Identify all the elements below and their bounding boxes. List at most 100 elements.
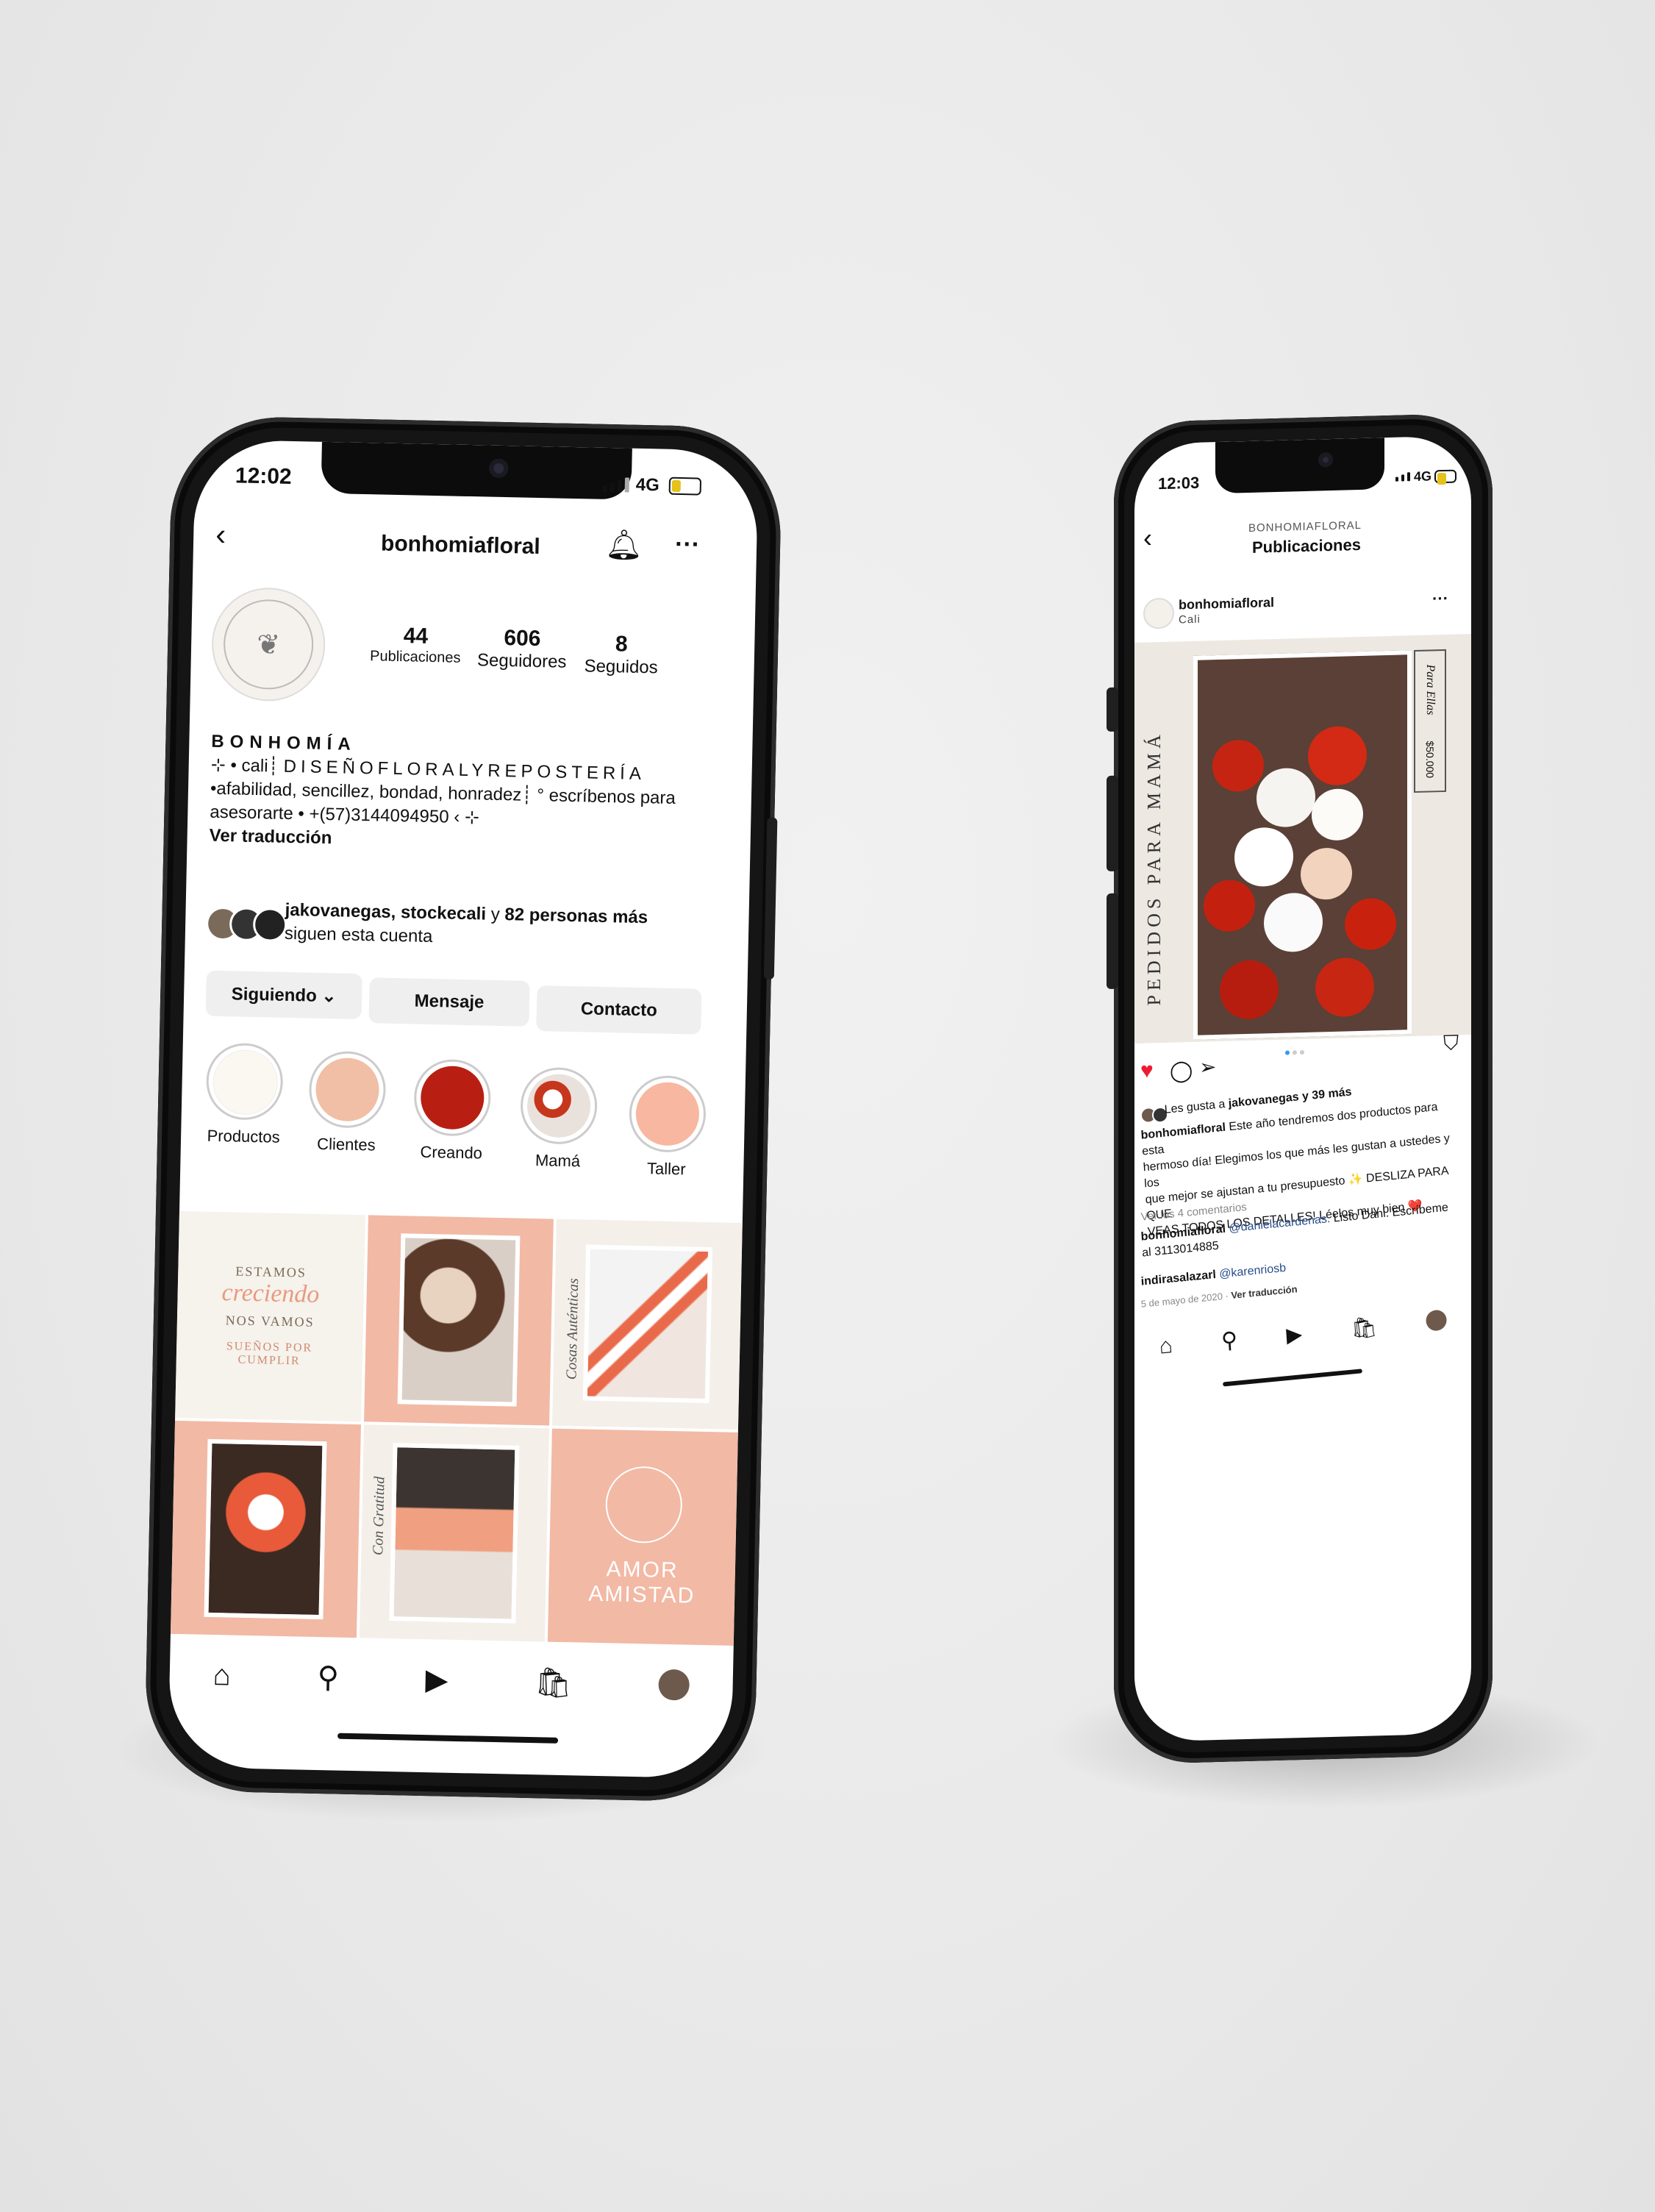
comment2-user[interactable]: indirasalazarl bbox=[1140, 1269, 1216, 1288]
highlight-productos[interactable]: Productos bbox=[196, 1042, 293, 1147]
price-tag: Para Ellas $50.000 bbox=[1414, 649, 1446, 793]
front-camera bbox=[488, 458, 509, 479]
home-indicator[interactable] bbox=[1223, 1369, 1362, 1387]
posts-grid: ESTAMOS creciendo NOS VAMOS SUEÑOS POR C… bbox=[170, 1210, 743, 1646]
highlight-mama[interactable]: Mamá bbox=[510, 1066, 607, 1171]
profile-avatar[interactable]: ❦ bbox=[210, 586, 326, 702]
battery-icon bbox=[668, 477, 702, 496]
post3-script: Cosas Auténticas bbox=[563, 1277, 582, 1380]
highlight-taller[interactable]: Taller bbox=[618, 1074, 716, 1180]
home-indicator[interactable] bbox=[337, 1733, 559, 1744]
post1-line2: creciendo bbox=[221, 1279, 320, 1309]
post-username[interactable]: bonhomiafloral bbox=[1179, 593, 1274, 613]
back-icon[interactable]: ‹ bbox=[1143, 522, 1152, 552]
grid-post-4[interactable] bbox=[170, 1420, 361, 1638]
header-title: Publicaciones bbox=[1252, 535, 1361, 557]
shop-icon[interactable]: 🛍︎ bbox=[535, 1665, 573, 1700]
status-time: 12:02 bbox=[235, 463, 293, 489]
reels-icon[interactable]: ▶ bbox=[425, 1663, 448, 1697]
bell-icon[interactable]: 🔔︎ bbox=[605, 529, 643, 562]
stat-following[interactable]: 8 Seguidos bbox=[580, 631, 662, 678]
comment1-line2: al 3113014885 bbox=[1141, 1239, 1220, 1260]
followed-by-names: jakovanegas, stockecali bbox=[285, 899, 487, 924]
profile-username: bonhomiafloral bbox=[380, 531, 541, 560]
more-options-icon[interactable]: ··· bbox=[675, 530, 701, 559]
bottom-tab-bar: ⌂ ⚲ ▶ 🛍︎ bbox=[169, 1645, 734, 1716]
reels-icon[interactable]: ▶ bbox=[1285, 1321, 1303, 1347]
left-phone: 12:02 4G ‹ bonhomiafloral 🔔︎ ··· ❦ 44 Pu… bbox=[143, 415, 783, 1803]
search-icon[interactable]: ⚲ bbox=[1220, 1327, 1238, 1354]
highlight-clientes[interactable]: Clientes bbox=[299, 1050, 396, 1155]
post5-script: Con Gratitud bbox=[369, 1475, 388, 1555]
right-phone-silent-switch bbox=[1107, 687, 1118, 732]
front-camera bbox=[1318, 452, 1333, 468]
right-phone-screen: 12:03 4G ‹ BONHOMIAFLORAL Publicaciones … bbox=[1134, 435, 1471, 1743]
grid-post-2[interactable] bbox=[363, 1215, 554, 1426]
caption-user[interactable]: bonhomiafloral bbox=[1140, 1121, 1226, 1142]
following-button[interactable]: Siguiendo ⌄ bbox=[205, 970, 362, 1020]
profile-tab-avatar[interactable] bbox=[1425, 1309, 1448, 1332]
likes-prefix: Les gusta a bbox=[1164, 1098, 1226, 1116]
profile-bio: BONHOMÍA ⊹ • cali┊ DISEÑOFLORALYREPOSTER… bbox=[209, 730, 726, 859]
profile-tab-avatar[interactable] bbox=[658, 1669, 690, 1701]
post2-photo bbox=[397, 1233, 521, 1407]
floral-logo-icon: ❦ bbox=[222, 599, 315, 691]
home-icon[interactable]: ⌂ bbox=[212, 1659, 231, 1692]
grid-post-6[interactable]: AMOR AMISTAD bbox=[548, 1428, 738, 1646]
stat-followers[interactable]: 606 Seguidores bbox=[473, 625, 570, 673]
share-icon[interactable]: ➢ bbox=[1199, 1055, 1216, 1079]
follower-avatars[interactable] bbox=[205, 906, 287, 942]
shop-icon[interactable]: 🛍︎ bbox=[1350, 1314, 1378, 1341]
carousel-dots bbox=[1285, 1049, 1304, 1055]
like-icon[interactable]: ♥ bbox=[1140, 1058, 1154, 1082]
status-time: 12:03 bbox=[1158, 473, 1200, 493]
post4-photo bbox=[204, 1438, 327, 1619]
notch bbox=[1215, 438, 1384, 494]
post-more-icon[interactable]: ··· bbox=[1432, 589, 1448, 608]
post6-logo-icon bbox=[604, 1465, 683, 1544]
followed-by-and: y bbox=[490, 904, 501, 924]
signal-icon bbox=[1395, 472, 1410, 482]
grid-post-3[interactable]: Cosas Auténticas bbox=[552, 1219, 743, 1430]
post-date-text: 5 de mayo de 2020 bbox=[1140, 1291, 1223, 1310]
post6-line1: AMOR bbox=[606, 1556, 679, 1583]
post-location[interactable]: Cali bbox=[1179, 613, 1201, 627]
date-translate-link[interactable]: Ver traducción bbox=[1231, 1283, 1298, 1301]
grid-post-5[interactable]: Con Gratitud bbox=[359, 1424, 550, 1642]
post3-photo bbox=[582, 1244, 712, 1404]
bio-line1-prefix: ⊹ • cali┊ bbox=[210, 754, 279, 777]
post6-line2: AMISTAD bbox=[587, 1581, 696, 1608]
likes-user: jakovanegas bbox=[1228, 1091, 1300, 1110]
right-phone-volume-up bbox=[1107, 775, 1118, 872]
contact-button[interactable]: Contacto bbox=[536, 985, 702, 1035]
stat-posts[interactable]: 44 Publicaciones bbox=[368, 623, 464, 667]
highlight-creando[interactable]: Creando bbox=[403, 1058, 501, 1163]
right-phone-volume-down bbox=[1107, 893, 1118, 990]
grid-post-1[interactable]: ESTAMOS creciendo NOS VAMOS SUEÑOS POR C… bbox=[175, 1210, 365, 1421]
comment2-mention[interactable]: @karenriosb bbox=[1219, 1262, 1287, 1281]
right-phone: 12:03 4G ‹ BONHOMIAFLORAL Publicaciones … bbox=[1107, 413, 1493, 1765]
followed-by-more: 82 personas más bbox=[504, 905, 648, 928]
battery-icon bbox=[1434, 469, 1456, 484]
home-icon[interactable]: ⌂ bbox=[1159, 1333, 1173, 1360]
post1-line1: ESTAMOS bbox=[235, 1263, 307, 1280]
network-label: 4G bbox=[1414, 468, 1432, 485]
post-image[interactable]: PEDIDOS PARA MAMÁ Para Ellas $50.000 bbox=[1134, 634, 1471, 1044]
flower-bouquet-photo bbox=[1193, 650, 1412, 1040]
post-vertical-title: PEDIDOS PARA MAMÁ bbox=[1143, 729, 1165, 1006]
comment-icon[interactable]: ◯ bbox=[1170, 1059, 1193, 1082]
save-icon[interactable]: ⛉ bbox=[1443, 1031, 1459, 1055]
post1-line3: NOS VAMOS bbox=[225, 1313, 315, 1330]
search-icon[interactable]: ⚲ bbox=[317, 1660, 339, 1695]
message-button[interactable]: Mensaje bbox=[368, 977, 530, 1027]
notch bbox=[321, 441, 632, 500]
back-icon[interactable]: ‹ bbox=[215, 517, 226, 552]
followed-by-suffix: siguen esta cuenta bbox=[284, 923, 433, 947]
left-phone-screen: 12:02 4G ‹ bonhomiafloral 🔔︎ ··· ❦ 44 Pu… bbox=[168, 439, 759, 1779]
post1-line5: CUMPLIR bbox=[237, 1353, 301, 1368]
followed-by[interactable]: jakovanegas, stockecali y 82 personas má… bbox=[285, 899, 726, 955]
post-avatar[interactable] bbox=[1143, 597, 1174, 629]
left-phone-side-button bbox=[763, 817, 778, 980]
price-tag-script: Para Ellas bbox=[1424, 663, 1437, 716]
network-label: 4G bbox=[635, 474, 660, 496]
